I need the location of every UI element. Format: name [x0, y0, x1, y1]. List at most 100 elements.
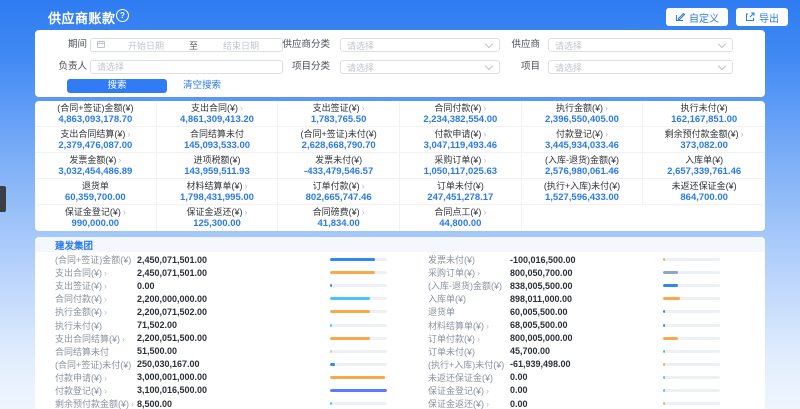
stat-cell[interactable]: 合同磅费(¥)›41,834.00	[278, 205, 400, 231]
detail-row-label[interactable]: 保证金登记(¥)›	[428, 384, 510, 397]
stat-value[interactable]: 1,798,431,995.00	[180, 192, 254, 203]
detail-row-label[interactable]: 材料结算单(¥)›	[428, 319, 510, 332]
supplier-select[interactable]: 请选择	[548, 38, 733, 52]
bar-track	[330, 389, 387, 392]
detail-row-label[interactable]: 执行金额(¥)›	[55, 305, 137, 318]
stat-cell[interactable]: 合同付款(¥)›2,234,382,554.00	[400, 101, 522, 127]
chevron-right-icon: ›	[483, 129, 486, 139]
stat-cell[interactable]: 合同点工(¥)›44,800.00	[400, 205, 522, 231]
stat-value: 4,863,093,178.70	[58, 114, 132, 125]
detail-row-label[interactable]: 剩余预付款金额(¥)›	[55, 397, 137, 409]
bar-track	[330, 297, 387, 300]
detail-row-label[interactable]: 付款申请(¥)›	[55, 371, 137, 384]
detail-row-label[interactable]: 支出合同结算(¥)›	[55, 332, 137, 345]
stat-value[interactable]: 802,665,747.46	[306, 192, 372, 203]
detail-row-value: 3,100,016,500.00	[137, 385, 330, 395]
detail-row-value: 8,500.00	[137, 399, 330, 409]
stat-cell[interactable]: 发票金额(¥)›3,032,454,486.89	[35, 153, 157, 179]
stat-value[interactable]: 3,445,934,033.46	[545, 140, 619, 151]
stat-cell[interactable]: 材料结算单(¥)›1,798,431,995.00	[157, 179, 279, 205]
clear-search-link[interactable]: 清空搜索	[183, 79, 221, 93]
stat-value[interactable]: 1,783,765.50	[311, 114, 366, 125]
stat-value[interactable]: 373,082.00	[680, 140, 728, 151]
stat-value[interactable]: 3,032,454,486.89	[58, 166, 132, 177]
bar-fill	[663, 402, 665, 405]
detail-row-value: 60,005,500.00	[510, 307, 663, 317]
stat-cell[interactable]: 支出合同(¥)›4,861,309,413.20	[157, 101, 279, 127]
bar-fill	[330, 350, 332, 353]
detail-column-left: (合同+签证)金额(¥)2,450,071,501.00支出合同(¥)›2,45…	[55, 253, 387, 409]
owner-input[interactable]	[91, 62, 282, 72]
help-icon[interactable]: ?	[116, 9, 129, 22]
detail-row-label[interactable]: 保证金返还(¥)›	[428, 397, 510, 409]
detail-row-label: 发票未付(¥)	[428, 253, 510, 266]
bar-track	[330, 363, 387, 366]
start-date-placeholder[interactable]: 开始日期	[105, 39, 187, 52]
detail-row-value: 2,200,051,500.00	[137, 333, 330, 343]
detail-row-value: 898,011,000.00	[510, 294, 663, 304]
detail-row-label[interactable]: 采购订单(¥)›	[428, 266, 510, 279]
customize-button[interactable]: 自定义	[666, 8, 728, 26]
stat-label: (执行+入库)未付(¥)	[544, 181, 620, 191]
stat-cell[interactable]: 剩余预付款金额(¥)›373,082.00	[643, 127, 765, 153]
detail-row-label[interactable]: 合同付款(¥)›	[55, 292, 137, 305]
stat-cell[interactable]: 保证金登记(¥)›990,000.00	[35, 205, 157, 231]
stat-cell[interactable]: 采购订单(¥)›1,050,117,025.63	[400, 153, 522, 179]
detail-row: 退货单60,005,500.00	[428, 305, 720, 318]
stat-value[interactable]: 2,379,476,087.00	[58, 140, 132, 151]
stat-value[interactable]: 3,047,119,493.46	[424, 140, 497, 151]
detail-row-label[interactable]: 订单付款(¥)›	[428, 332, 510, 345]
stat-cell[interactable]: 支出合同结算(¥)›2,379,476,087.00	[35, 127, 157, 153]
date-range-input[interactable]: 开始日期 至 结束日期	[90, 38, 283, 52]
export-button[interactable]: 导出	[736, 8, 788, 26]
stat-value[interactable]: 990,000.00	[72, 218, 120, 229]
stat-value[interactable]: 44,800.00	[439, 218, 481, 229]
bar-fill	[663, 310, 665, 313]
stat-value[interactable]: 41,834.00	[318, 218, 360, 229]
detail-row-label[interactable]: 支出合同(¥)›	[55, 266, 137, 279]
group-header: 建发集团	[35, 237, 765, 252]
stat-label: 支出合同(¥)›	[191, 103, 243, 113]
chevron-right-icon: ›	[122, 334, 125, 344]
stat-value[interactable]: 2,234,382,554.00	[423, 114, 497, 125]
stat-label: (合同+签证)未付(¥)	[301, 129, 377, 139]
group-name-link[interactable]: 建发集团	[55, 238, 93, 252]
drawer-handle[interactable]	[0, 186, 6, 212]
detail-row-label[interactable]: 付款登记(¥)›	[55, 384, 137, 397]
stat-cell[interactable]: 支出签证(¥)›1,783,765.50	[278, 101, 400, 127]
detail-row-label[interactable]: 支出签证(¥)›	[55, 279, 137, 292]
stat-label: 执行未付(¥)	[681, 103, 728, 113]
stat-cell: 进项税额(¥)143,959,511.93	[157, 153, 279, 179]
stat-cell: (入库-退货)金额(¥)2,576,980,061.46	[522, 153, 644, 179]
stat-value[interactable]: 125,300.00	[193, 218, 241, 229]
bar-track	[663, 363, 720, 366]
bar-track	[330, 310, 387, 313]
chevron-right-icon: ›	[362, 181, 365, 191]
stat-cell: 未返还保证金(¥)864,700.00	[643, 179, 765, 205]
project-select[interactable]: 请选择	[548, 60, 733, 74]
owner-select[interactable]	[90, 60, 283, 74]
bar-fill	[663, 271, 678, 274]
project-label: 项目	[475, 60, 540, 74]
chevron-right-icon: ›	[131, 399, 134, 409]
bar-track	[663, 284, 720, 287]
stat-cell[interactable]: 付款申请(¥)›3,047,119,493.46	[400, 127, 522, 153]
detail-row-value: 51,500.00	[137, 346, 330, 356]
bar-fill	[330, 376, 385, 379]
stat-cell[interactable]: 订单付款(¥)›802,665,747.46	[278, 179, 400, 205]
stat-cell: 执行未付(¥)162,167,851.00	[643, 101, 765, 127]
bar-track	[663, 297, 720, 300]
detail-row-label: 退货单	[428, 305, 510, 318]
search-button[interactable]: 搜索	[67, 79, 167, 93]
stat-cell[interactable]: 执行金额(¥)›2,396,550,405.00	[522, 101, 644, 127]
chevron-right-icon: ›	[104, 307, 107, 317]
detail-row-value: 2,200,071,502.00	[137, 307, 330, 317]
supplier-placeholder: 请选择	[549, 39, 719, 52]
stat-cell[interactable]: 付款登记(¥)›3,445,934,033.46	[522, 127, 644, 153]
stat-cell[interactable]: 保证金返还(¥)›125,300.00	[157, 205, 279, 231]
stat-value[interactable]: 1,050,117,025.63	[424, 166, 497, 177]
stat-value[interactable]: 2,396,550,405.00	[545, 114, 619, 125]
stat-value[interactable]: 4,861,309,413.20	[180, 114, 254, 125]
date-range-to: 至	[187, 39, 200, 52]
detail-row-value: -100,016,500.00	[510, 255, 663, 265]
